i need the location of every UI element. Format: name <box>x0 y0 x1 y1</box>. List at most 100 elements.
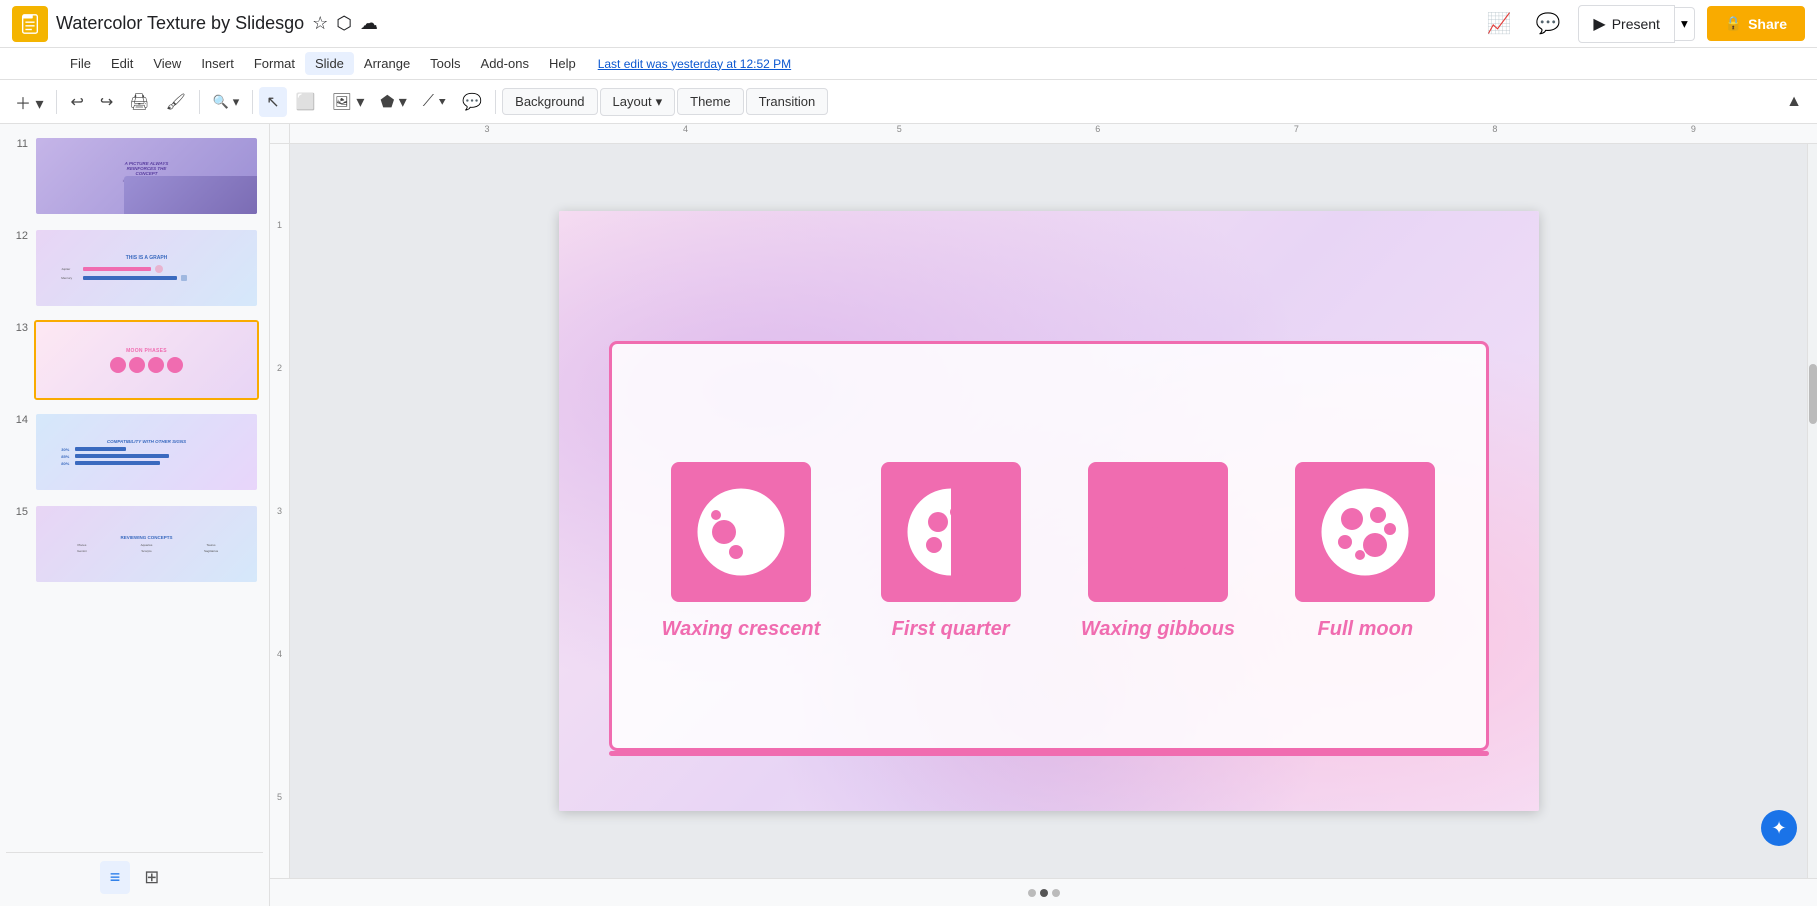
theme-label: Theme <box>690 94 730 109</box>
menu-format[interactable]: Format <box>244 52 305 75</box>
app-icon <box>12 6 48 42</box>
folder-icon[interactable]: ⬡ <box>336 13 352 34</box>
analytics-icon[interactable]: 📈 <box>1481 5 1518 42</box>
slide-preview-15[interactable]: REVIEWING CONCEPTS Pisces Aquarius Tauru… <box>34 504 259 584</box>
ruler-mark-8: 8 <box>1492 124 1497 134</box>
menu-view[interactable]: View <box>143 52 191 75</box>
phase-waxing-crescent[interactable]: Waxing crescent <box>662 462 821 641</box>
slide-thumb-14[interactable]: 14 COMPATIBILITY WITH OTHER SIGNS 30% 85… <box>6 408 263 496</box>
present-dropdown[interactable]: ▾ <box>1675 7 1695 41</box>
vertical-ruler: 1 2 3 4 5 <box>270 144 290 878</box>
toolbar-collapse[interactable]: ▲ <box>1779 88 1809 116</box>
phase-full-moon[interactable]: Full moon <box>1295 462 1435 641</box>
print-btn[interactable]: 🖨 <box>122 87 156 117</box>
shapes-dropdown[interactable]: ⬟ ▾ <box>373 87 413 117</box>
ruler-mark-7: 7 <box>1294 124 1299 134</box>
menu-slide[interactable]: Slide <box>305 52 354 75</box>
sidebar-view-controls: ≡ ⊞ <box>6 852 263 898</box>
menu-help[interactable]: Help <box>539 52 586 75</box>
slide-preview-11[interactable]: A PICTURE ALWAYSREINFORCES THECONCEPT Im… <box>34 136 259 216</box>
toolbar: ＋ ▾ ↩ ↪ 🖨 🖌 🔍 ▾ ↖ ⬜ 🖼 ▾ ⬟ ▾ ⟋ ▾ 💬 Backgr… <box>0 80 1817 124</box>
phases-container[interactable]: Waxing crescent <box>609 341 1489 751</box>
canvas-scroll-container: 1 2 3 4 5 MOON PHASES <box>270 144 1817 878</box>
first-quarter-svg <box>896 477 1006 587</box>
full-moon-svg <box>1310 477 1420 587</box>
menu-addons[interactable]: Add-ons <box>471 52 539 75</box>
zoom-btn[interactable]: 🔍 ▾ <box>206 89 246 115</box>
layout-btn[interactable]: Layout ▾ <box>600 88 676 116</box>
background-btn[interactable]: Background <box>502 88 597 115</box>
slide-panel: 11 A PICTURE ALWAYSREINFORCES THECONCEPT… <box>0 124 270 906</box>
sep4 <box>495 90 496 114</box>
waxing-crescent-icon-bg <box>671 462 811 602</box>
layout-chevron: ▾ <box>656 94 663 110</box>
scrollbar-thumb[interactable] <box>1809 364 1817 424</box>
filmstrip-view-btn[interactable]: ≡ <box>100 861 131 894</box>
bottom-accent <box>609 751 1489 756</box>
line-tool[interactable]: ⟋ ▾ <box>416 88 453 116</box>
slide-num-14: 14 <box>10 412 28 426</box>
menu-insert[interactable]: Insert <box>191 52 244 75</box>
paint-format-btn[interactable]: 🖌 <box>159 87 193 117</box>
menu-edit[interactable]: Edit <box>101 52 143 75</box>
undo-btn[interactable]: ↩ <box>63 87 90 117</box>
vruler-5: 5 <box>277 792 282 802</box>
editor-area: 3 4 5 6 7 8 9 1 2 3 4 5 <box>270 124 1817 906</box>
full-moon-icon-bg <box>1295 462 1435 602</box>
cloud-icon[interactable]: ☁ <box>360 13 378 34</box>
canvas-area[interactable]: MOON PHASES <box>290 144 1807 878</box>
phase-first-quarter[interactable]: First quarter <box>881 462 1021 641</box>
thumb15-title: REVIEWING CONCEPTS <box>120 535 172 540</box>
thumb12-bars: Jupiter Mercury <box>61 265 231 281</box>
slide-thumb-12[interactable]: 12 THIS IS A GRAPH Jupiter Mercury <box>6 224 263 312</box>
present-button[interactable]: ▶ Present <box>1578 5 1675 43</box>
vruler-4: 4 <box>277 649 282 659</box>
ruler-mark-5: 5 <box>897 124 902 134</box>
transition-label: Transition <box>759 94 816 109</box>
vruler-1: 1 <box>277 220 282 230</box>
grid-view-btn[interactable]: ⊞ <box>134 861 169 894</box>
dot-1 <box>1028 889 1036 897</box>
waxing-gibbous-label: Waxing gibbous <box>1081 618 1235 641</box>
ruler-mark-6: 6 <box>1095 124 1100 134</box>
background-label: Background <box>515 94 584 109</box>
slide-thumb-11[interactable]: 11 A PICTURE ALWAYSREINFORCES THECONCEPT… <box>6 132 263 220</box>
thumb13-icons <box>110 357 183 373</box>
shape-tool[interactable]: ⬜ <box>289 87 323 117</box>
slide-preview-12[interactable]: THIS IS A GRAPH Jupiter Mercury <box>34 228 259 308</box>
present-label: Present <box>1612 16 1660 32</box>
waxing-gibbous-svg <box>1103 477 1213 587</box>
new-slide-btn[interactable]: ＋ ▾ <box>8 85 50 119</box>
first-quarter-label: First quarter <box>892 618 1010 641</box>
vruler-2: 2 <box>277 363 282 373</box>
comments-icon[interactable]: 💬 <box>1529 5 1566 42</box>
slide-progress-dots <box>282 889 1805 897</box>
waxing-gibbous-icon-bg <box>1088 462 1228 602</box>
phase-waxing-gibbous[interactable]: Waxing gibbous <box>1081 462 1235 641</box>
slide-thumb-13[interactable]: 13 MOON PHASES <box>6 316 263 404</box>
theme-btn[interactable]: Theme <box>677 88 743 115</box>
slide-preview-13[interactable]: MOON PHASES <box>34 320 259 400</box>
doc-title: Watercolor Texture by Slidesgo ☆ ⬡ ☁ <box>56 13 1473 34</box>
comment-btn[interactable]: 💬 <box>455 87 489 117</box>
vertical-scrollbar[interactable] <box>1807 144 1817 878</box>
image-tool[interactable]: 🖼 ▾ <box>325 87 372 117</box>
slide-preview-14[interactable]: COMPATIBILITY WITH OTHER SIGNS 30% 85% <box>34 412 259 492</box>
thumb13-title: MOON PHASES <box>126 348 167 354</box>
menu-file[interactable]: File <box>60 52 101 75</box>
slide-canvas-main[interactable]: MOON PHASES <box>559 211 1539 811</box>
doc-title-text[interactable]: Watercolor Texture by Slidesgo <box>56 13 304 34</box>
menu-tools[interactable]: Tools <box>420 52 470 75</box>
select-tool[interactable]: ↖ <box>259 87 286 117</box>
ai-assistant-btn[interactable]: ✦ <box>1761 810 1797 846</box>
menu-bar: File Edit View Insert Format Slide Arran… <box>0 48 1817 80</box>
menu-arrange[interactable]: Arrange <box>354 52 420 75</box>
ruler: 3 4 5 6 7 8 9 <box>270 124 1817 144</box>
redo-btn[interactable]: ↪ <box>93 87 120 117</box>
thumb12-title: THIS IS A GRAPH <box>126 255 168 261</box>
last-edit-text[interactable]: Last edit was yesterday at 12:52 PM <box>598 57 791 71</box>
star-icon[interactable]: ☆ <box>312 13 328 34</box>
transition-btn[interactable]: Transition <box>746 88 829 115</box>
share-button[interactable]: 🔒 Share <box>1707 6 1805 41</box>
slide-thumb-15[interactable]: 15 REVIEWING CONCEPTS Pisces Aquarius Ta… <box>6 500 263 588</box>
